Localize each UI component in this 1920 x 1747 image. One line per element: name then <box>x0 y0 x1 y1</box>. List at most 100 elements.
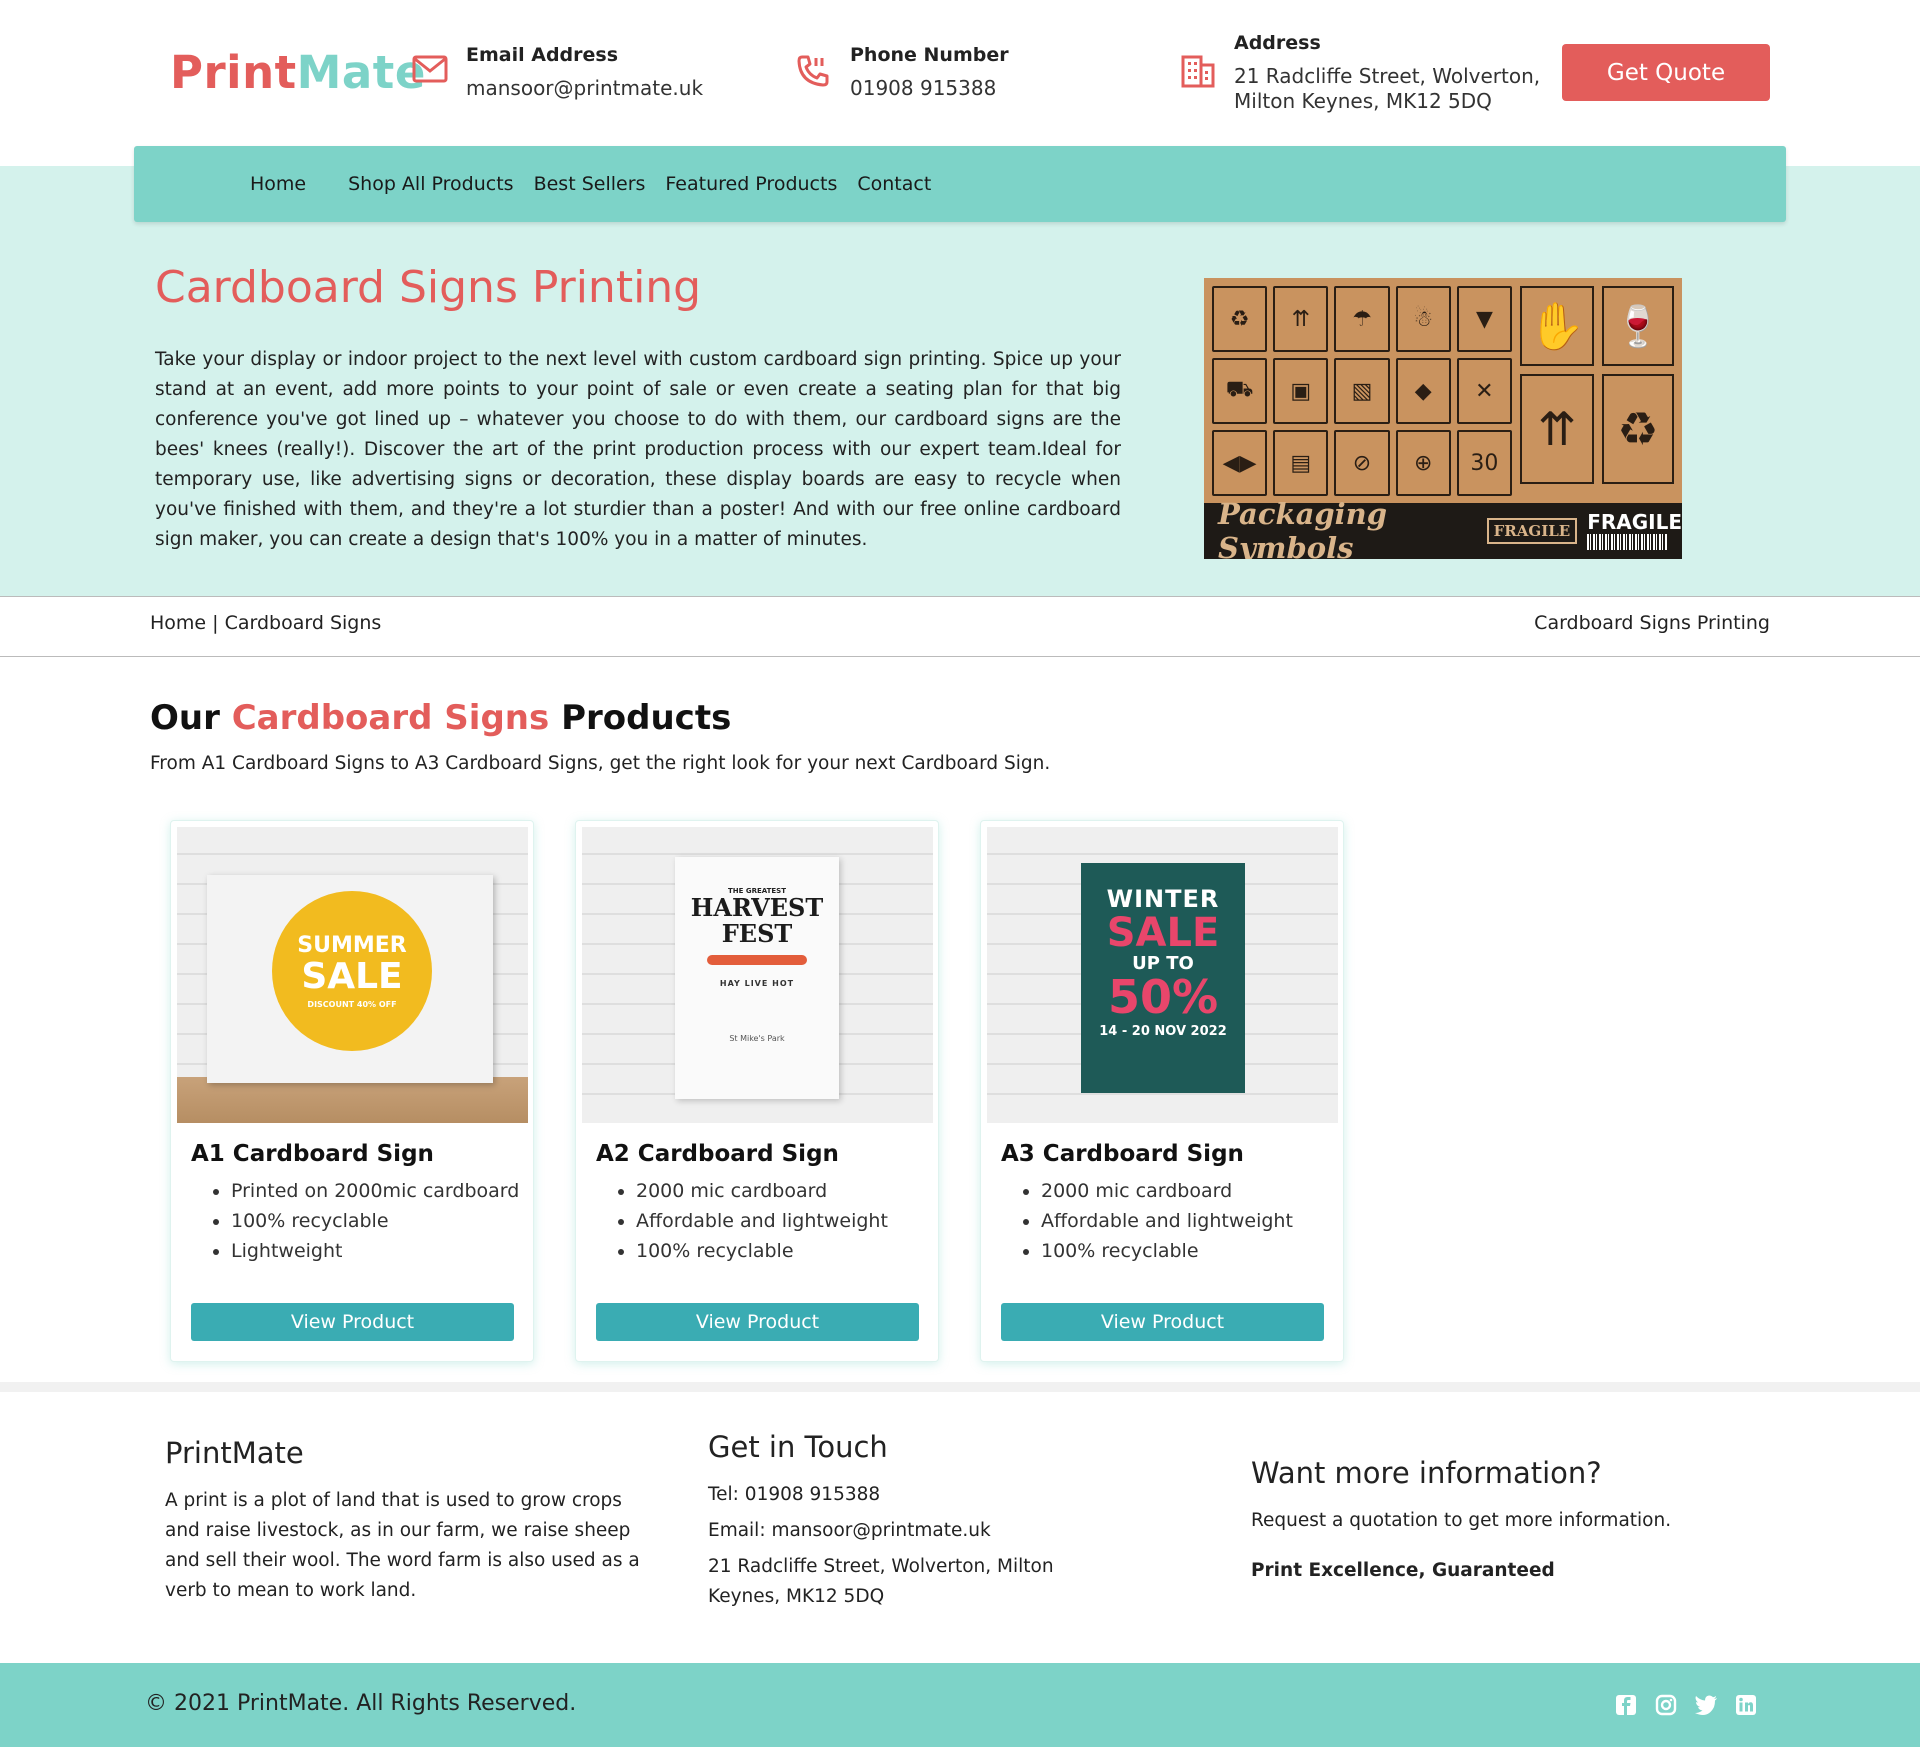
view-product-button[interactable]: View Product <box>596 1303 919 1341</box>
products-subtitle: From A1 Cardboard Signs to A3 Cardboard … <box>150 753 1051 774</box>
footer-contact: Get in Touch Tel: 01908 915388 Email: ma… <box>708 1430 1108 1612</box>
date-pill <box>707 955 807 965</box>
art-line-5: 14 - 20 NOV 2022 <box>1099 1024 1227 1039</box>
barcode-icon <box>1587 534 1668 550</box>
art-line-2: FEST <box>721 919 793 948</box>
packaging-banner: Packaging Symbols FRAGILE FRAGILE <box>1204 497 1682 559</box>
footer-about: PrintMate A print is a plot of land that… <box>165 1436 655 1606</box>
umbrella-symbol-icon: ☂ <box>1334 286 1390 352</box>
instagram-icon[interactable] <box>1654 1693 1678 1717</box>
footer-email[interactable]: Email: mansoor@printmate.uk <box>708 1516 1108 1546</box>
symbol-grid: ♻ ⇈ ☂ ☃ ▼ ⛟ ▣ ▧ ◆ ✕ ◀▶ ▤ ⊘ ⊕ 30 <box>1212 286 1512 496</box>
feature-list: Printed on 2000mic cardboard 100% recycl… <box>231 1176 519 1266</box>
products-heading: Our Cardboard Signs Products <box>150 698 731 738</box>
nav-item-shop-all-products[interactable]: Shop All Products <box>348 173 513 195</box>
logo[interactable]: PrintMate <box>170 46 426 99</box>
products-heading-pre: Our <box>150 698 232 738</box>
feature-item: Affordable and lightweight <box>1041 1206 1293 1236</box>
nav-item-home[interactable]: Home <box>250 173 306 195</box>
view-product-button[interactable]: View Product <box>191 1303 514 1341</box>
art-line-4: St Mike's Park <box>729 1034 785 1043</box>
phone-title: Phone Number <box>850 44 1009 66</box>
footer-brand-title: PrintMate <box>165 1436 304 1470</box>
facebook-icon[interactable] <box>1614 1693 1638 1717</box>
get-quote-button[interactable]: Get Quote <box>1562 44 1770 101</box>
footer-info: Want more information? Request a quotati… <box>1251 1456 1771 1586</box>
feature-item: 100% recyclable <box>636 1236 888 1266</box>
center-gravity-symbol-icon: ⊕ <box>1395 430 1451 496</box>
nav-item-featured-products[interactable]: Featured Products <box>665 173 837 195</box>
stack-symbol-icon: ▤ <box>1273 430 1329 496</box>
address-contact: Address 21 Radcliffe Street, Wolverton, … <box>1180 32 1540 114</box>
linkedin-icon[interactable] <box>1734 1693 1758 1717</box>
copyright: © 2021 PrintMate. All Rights Reserved. <box>145 1691 577 1716</box>
product-title[interactable]: A3 Cardboard Sign <box>1001 1141 1244 1167</box>
product-card-a2: THE GREATEST HARVEST FEST HAY LIVE HOT S… <box>575 820 939 1362</box>
footer-tel[interactable]: Tel: 01908 915388 <box>708 1480 1108 1510</box>
feature-list: 2000 mic cardboard Affordable and lightw… <box>1041 1176 1293 1266</box>
product-card-a1: SUMMER SALE DISCOUNT 40% OFF A1 Cardboar… <box>170 820 534 1362</box>
feature-item: 2000 mic cardboard <box>1041 1176 1293 1206</box>
product-image-a1[interactable]: SUMMER SALE DISCOUNT 40% OFF <box>177 827 528 1123</box>
phone-contact: Phone Number 01908 915388 <box>796 44 1009 101</box>
email-title: Email Address <box>466 44 619 66</box>
feature-item: 100% recyclable <box>1041 1236 1293 1266</box>
art-line-2: SALE <box>1106 910 1220 956</box>
footer-tagline: Print Excellence, Guaranteed <box>1251 1560 1555 1581</box>
wood-floor <box>177 1077 528 1123</box>
footer-contact-title: Get in Touch <box>708 1430 888 1464</box>
feature-item: 2000 mic cardboard <box>636 1176 888 1206</box>
hero-description: Take your display or indoor project to t… <box>155 349 1121 550</box>
art-line-1: HARVEST <box>690 893 824 922</box>
email-value[interactable]: mansoor@printmate.uk <box>466 76 703 101</box>
phone-value[interactable]: 01908 915388 <box>850 76 1009 101</box>
front-arrow-symbol-icon: ▼ <box>1456 286 1512 352</box>
art-line-1: WINTER <box>1106 885 1220 913</box>
no-hook-symbol-icon: ⊘ <box>1334 430 1390 496</box>
art-line-3: DISCOUNT 40% OFF <box>307 999 397 1009</box>
winter-sale-poster: WINTER SALE UP TO 50% 14 - 20 NOV 2022 <box>1081 863 1245 1093</box>
this-way-up-icon: ⇈ <box>1520 374 1594 484</box>
product-title[interactable]: A2 Cardboard Sign <box>596 1141 839 1167</box>
products-heading-accent: Cardboard Signs <box>231 698 550 738</box>
address-line-2: Milton Keynes, MK12 5DQ <box>1234 89 1492 113</box>
fragile-glass-icon: 🍷 <box>1602 286 1674 366</box>
fragile-stamp: FRAGILE <box>1486 518 1578 544</box>
products-heading-post: Products <box>549 698 732 738</box>
harvest-fest-poster: THE GREATEST HARVEST FEST HAY LIVE HOT S… <box>675 857 839 1099</box>
building-icon <box>1180 54 1220 94</box>
footer-info-title: Want more information? <box>1251 1456 1602 1490</box>
packaging-symbols-image: ♻ ⇈ ☂ ☃ ▼ ⛟ ▣ ▧ ◆ ✕ ◀▶ ▤ ⊘ ⊕ 30 ✋ 🍷 ⇈ ♻ … <box>1204 278 1682 559</box>
address-title: Address <box>1234 32 1321 54</box>
main-nav: Home Shop All Products Best Sellers Feat… <box>134 146 1786 222</box>
email-contact: Email Address mansoor@printmate.uk <box>412 44 703 101</box>
footer-address: 21 Radcliffe Street, Wolverton, Milton K… <box>708 1556 1054 1607</box>
footer-info-text: Request a quotation to get more informat… <box>1251 1510 1672 1531</box>
drop-symbol-icon: ◆ <box>1395 358 1451 424</box>
footer-about-text: A print is a plot of land that is used t… <box>165 1490 640 1601</box>
handle-with-care-icon: ✋ <box>1520 286 1594 366</box>
breadcrumb-current-page: Cardboard Signs Printing <box>1534 612 1770 634</box>
feature-list: 2000 mic cardboard Affordable and lightw… <box>636 1176 888 1266</box>
product-card-a3: WINTER SALE UP TO 50% 14 - 20 NOV 2022 A… <box>980 820 1344 1362</box>
twitter-icon[interactable] <box>1694 1693 1718 1717</box>
footer-divider <box>0 1382 1920 1392</box>
mail-icon <box>412 54 452 94</box>
feature-item: Affordable and lightweight <box>636 1206 888 1236</box>
nav-item-contact[interactable]: Contact <box>857 173 931 195</box>
logo-part-2: Mate <box>296 46 426 99</box>
art-line-2: SALE <box>301 955 403 997</box>
nav-item-best-sellers[interactable]: Best Sellers <box>534 173 646 195</box>
no-step-symbol-icon: ✕ <box>1456 358 1512 424</box>
trolley-symbol-icon: ⛟ <box>1212 358 1268 424</box>
max-carton-symbol: 30 <box>1456 430 1512 496</box>
social-links <box>1614 1693 1758 1717</box>
breadcrumb[interactable]: Home | Cardboard Signs <box>150 612 381 634</box>
product-image-a3[interactable]: WINTER SALE UP TO 50% 14 - 20 NOV 2022 <box>987 827 1338 1123</box>
view-product-button[interactable]: View Product <box>1001 1303 1324 1341</box>
summer-sale-graphic: SUMMER SALE DISCOUNT 40% OFF <box>272 891 432 1051</box>
clamp-symbol-icon: ◀▶ <box>1212 430 1268 496</box>
product-image-a2[interactable]: THE GREATEST HARVEST FEST HAY LIVE HOT S… <box>582 827 933 1123</box>
product-title[interactable]: A1 Cardboard Sign <box>191 1141 434 1167</box>
fragile-label: FRAGILE <box>1587 510 1682 534</box>
